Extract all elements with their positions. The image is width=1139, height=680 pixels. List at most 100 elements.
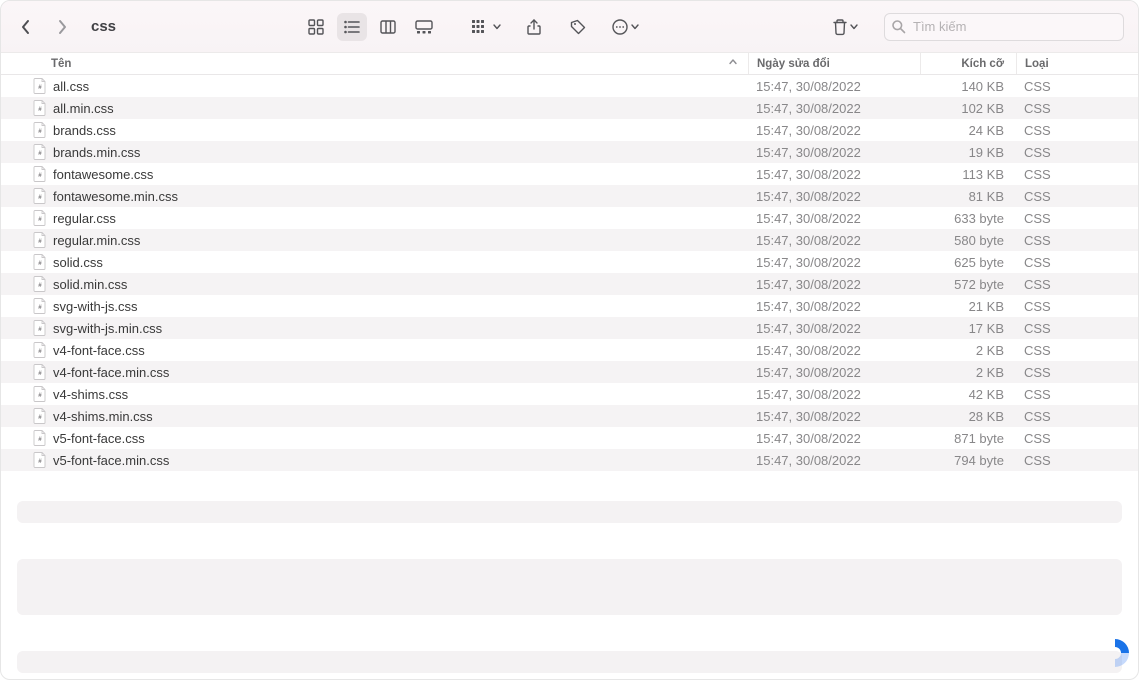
file-name-label: svg-with-js.min.css	[53, 321, 162, 336]
file-kind-cell: CSS	[1016, 211, 1138, 226]
file-row[interactable]: # v4-font-face.min.css15:47, 30/08/20222…	[1, 361, 1138, 383]
svg-text:#: #	[38, 172, 42, 179]
file-size-cell: 2 KB	[920, 365, 1016, 380]
actions-button[interactable]	[607, 13, 643, 41]
svg-text:#: #	[38, 260, 42, 267]
file-date-cell: 15:47, 30/08/2022	[748, 167, 920, 182]
file-size-cell: 113 KB	[920, 167, 1016, 182]
column-header-name-label: Tên	[51, 58, 71, 70]
file-row[interactable]: # v5-font-face.min.css15:47, 30/08/20227…	[1, 449, 1138, 471]
file-name-cell: # solid.min.css	[1, 276, 748, 292]
column-header-kind[interactable]: Loại	[1016, 53, 1138, 74]
file-name-cell: # v4-font-face.css	[1, 342, 748, 358]
file-name-cell: # v4-font-face.min.css	[1, 364, 748, 380]
column-header-date[interactable]: Ngày sửa đổi	[748, 53, 920, 74]
css-file-icon: #	[33, 210, 47, 226]
file-row[interactable]: # fontawesome.min.css15:47, 30/08/202281…	[1, 185, 1138, 207]
file-name-cell: # regular.css	[1, 210, 748, 226]
file-name-label: regular.min.css	[53, 233, 140, 248]
css-file-icon: #	[33, 430, 47, 446]
back-button[interactable]	[15, 16, 37, 38]
file-row[interactable]: # regular.min.css15:47, 30/08/2022580 by…	[1, 229, 1138, 251]
file-date-cell: 15:47, 30/08/2022	[748, 387, 920, 402]
file-kind-cell: CSS	[1016, 79, 1138, 94]
column-header-name[interactable]: Tên	[1, 53, 748, 74]
view-gallery-button[interactable]	[409, 13, 439, 41]
info-panel	[17, 559, 1122, 615]
file-row[interactable]: # solid.css15:47, 30/08/2022625 byteCSS	[1, 251, 1138, 273]
svg-text:#: #	[38, 392, 42, 399]
file-row[interactable]: # v4-shims.min.css15:47, 30/08/202228 KB…	[1, 405, 1138, 427]
file-kind-cell: CSS	[1016, 145, 1138, 160]
file-name-label: v4-shims.min.css	[53, 409, 153, 424]
file-row[interactable]: # v5-font-face.css15:47, 30/08/2022871 b…	[1, 427, 1138, 449]
file-name-cell: # fontawesome.css	[1, 166, 748, 182]
file-row[interactable]: # svg-with-js.css15:47, 30/08/202221 KBC…	[1, 295, 1138, 317]
css-file-icon: #	[33, 276, 47, 292]
search-input[interactable]	[884, 13, 1124, 41]
css-file-icon: #	[33, 386, 47, 402]
view-icons-button[interactable]	[301, 13, 331, 41]
file-row[interactable]: # v4-shims.css15:47, 30/08/202242 KBCSS	[1, 383, 1138, 405]
file-row[interactable]: # all.min.css 15:47, 30/08/2022102 KBCSS	[1, 97, 1138, 119]
file-name-label: all.css	[53, 79, 89, 94]
file-size-cell: 42 KB	[920, 387, 1016, 402]
file-size-cell: 102 KB	[920, 101, 1016, 116]
file-date-cell: 15:47, 30/08/2022	[748, 365, 920, 380]
file-name-label: all.min.css	[53, 101, 114, 116]
file-kind-cell: CSS	[1016, 233, 1138, 248]
column-header-row: Tên Ngày sửa đổi Kích cỡ Loại	[1, 53, 1138, 75]
file-row[interactable]: # regular.css15:47, 30/08/2022633 byteCS…	[1, 207, 1138, 229]
file-row[interactable]: # brands.min.css15:47, 30/08/202219 KBCS…	[1, 141, 1138, 163]
file-row[interactable]: # svg-with-js.min.css15:47, 30/08/202217…	[1, 317, 1138, 339]
file-list: # all.css15:47, 30/08/2022140 KBCSS # al…	[1, 75, 1138, 471]
column-header-size-label: Kích cỡ	[961, 58, 1004, 70]
view-columns-button[interactable]	[373, 13, 403, 41]
column-header-size[interactable]: Kích cỡ	[920, 53, 1016, 74]
file-date-cell: 15:47, 30/08/2022	[748, 79, 920, 94]
file-name-label: solid.min.css	[53, 277, 127, 292]
file-date-cell: 15:47, 30/08/2022	[748, 321, 920, 336]
svg-text:#: #	[38, 326, 42, 333]
file-size-cell: 17 KB	[920, 321, 1016, 336]
file-date-cell: 15:47, 30/08/2022	[748, 343, 920, 358]
file-row[interactable]: # v4-font-face.css15:47, 30/08/20222 KBC…	[1, 339, 1138, 361]
file-kind-cell: CSS	[1016, 167, 1138, 182]
file-kind-cell: CSS	[1016, 101, 1138, 116]
group-by-button[interactable]	[467, 13, 505, 41]
file-name-cell: # svg-with-js.min.css	[1, 320, 748, 336]
file-row[interactable]: # solid.min.css15:47, 30/08/2022572 byte…	[1, 273, 1138, 295]
file-date-cell: 15:47, 30/08/2022	[748, 101, 920, 116]
file-size-cell: 81 KB	[920, 189, 1016, 204]
css-file-icon: #	[33, 452, 47, 468]
svg-text:#: #	[38, 150, 42, 157]
file-kind-cell: CSS	[1016, 387, 1138, 402]
file-row[interactable]: # brands.css15:47, 30/08/202224 KBCSS	[1, 119, 1138, 141]
file-size-cell: 19 KB	[920, 145, 1016, 160]
share-button[interactable]	[519, 13, 549, 41]
file-row[interactable]: # fontawesome.css15:47, 30/08/2022113 KB…	[1, 163, 1138, 185]
view-list-button[interactable]	[337, 13, 367, 41]
svg-text:#: #	[38, 348, 42, 355]
status-bar	[17, 651, 1122, 673]
svg-text:#: #	[38, 304, 42, 311]
file-name-label: brands.min.css	[53, 145, 140, 160]
file-name-label: v4-font-face.min.css	[53, 365, 169, 380]
file-name-cell: # regular.min.css	[1, 232, 748, 248]
file-name-label: v5-font-face.min.css	[53, 453, 169, 468]
css-file-icon: #	[33, 100, 47, 116]
file-row[interactable]: # all.css15:47, 30/08/2022140 KBCSS	[1, 75, 1138, 97]
file-name-cell: # brands.css	[1, 122, 748, 138]
tags-button[interactable]	[563, 13, 593, 41]
file-size-cell: 580 byte	[920, 233, 1016, 248]
file-size-cell: 2 KB	[920, 343, 1016, 358]
file-name-cell: # v4-shims.css	[1, 386, 748, 402]
column-header-date-label: Ngày sửa đổi	[757, 58, 830, 70]
forward-button[interactable]	[51, 16, 73, 38]
css-file-icon: #	[33, 78, 47, 94]
file-size-cell: 21 KB	[920, 299, 1016, 314]
svg-text:#: #	[38, 436, 42, 443]
file-name-label: fontawesome.css	[53, 167, 153, 182]
trash-button[interactable]	[828, 13, 862, 41]
path-bar[interactable]	[17, 501, 1122, 523]
